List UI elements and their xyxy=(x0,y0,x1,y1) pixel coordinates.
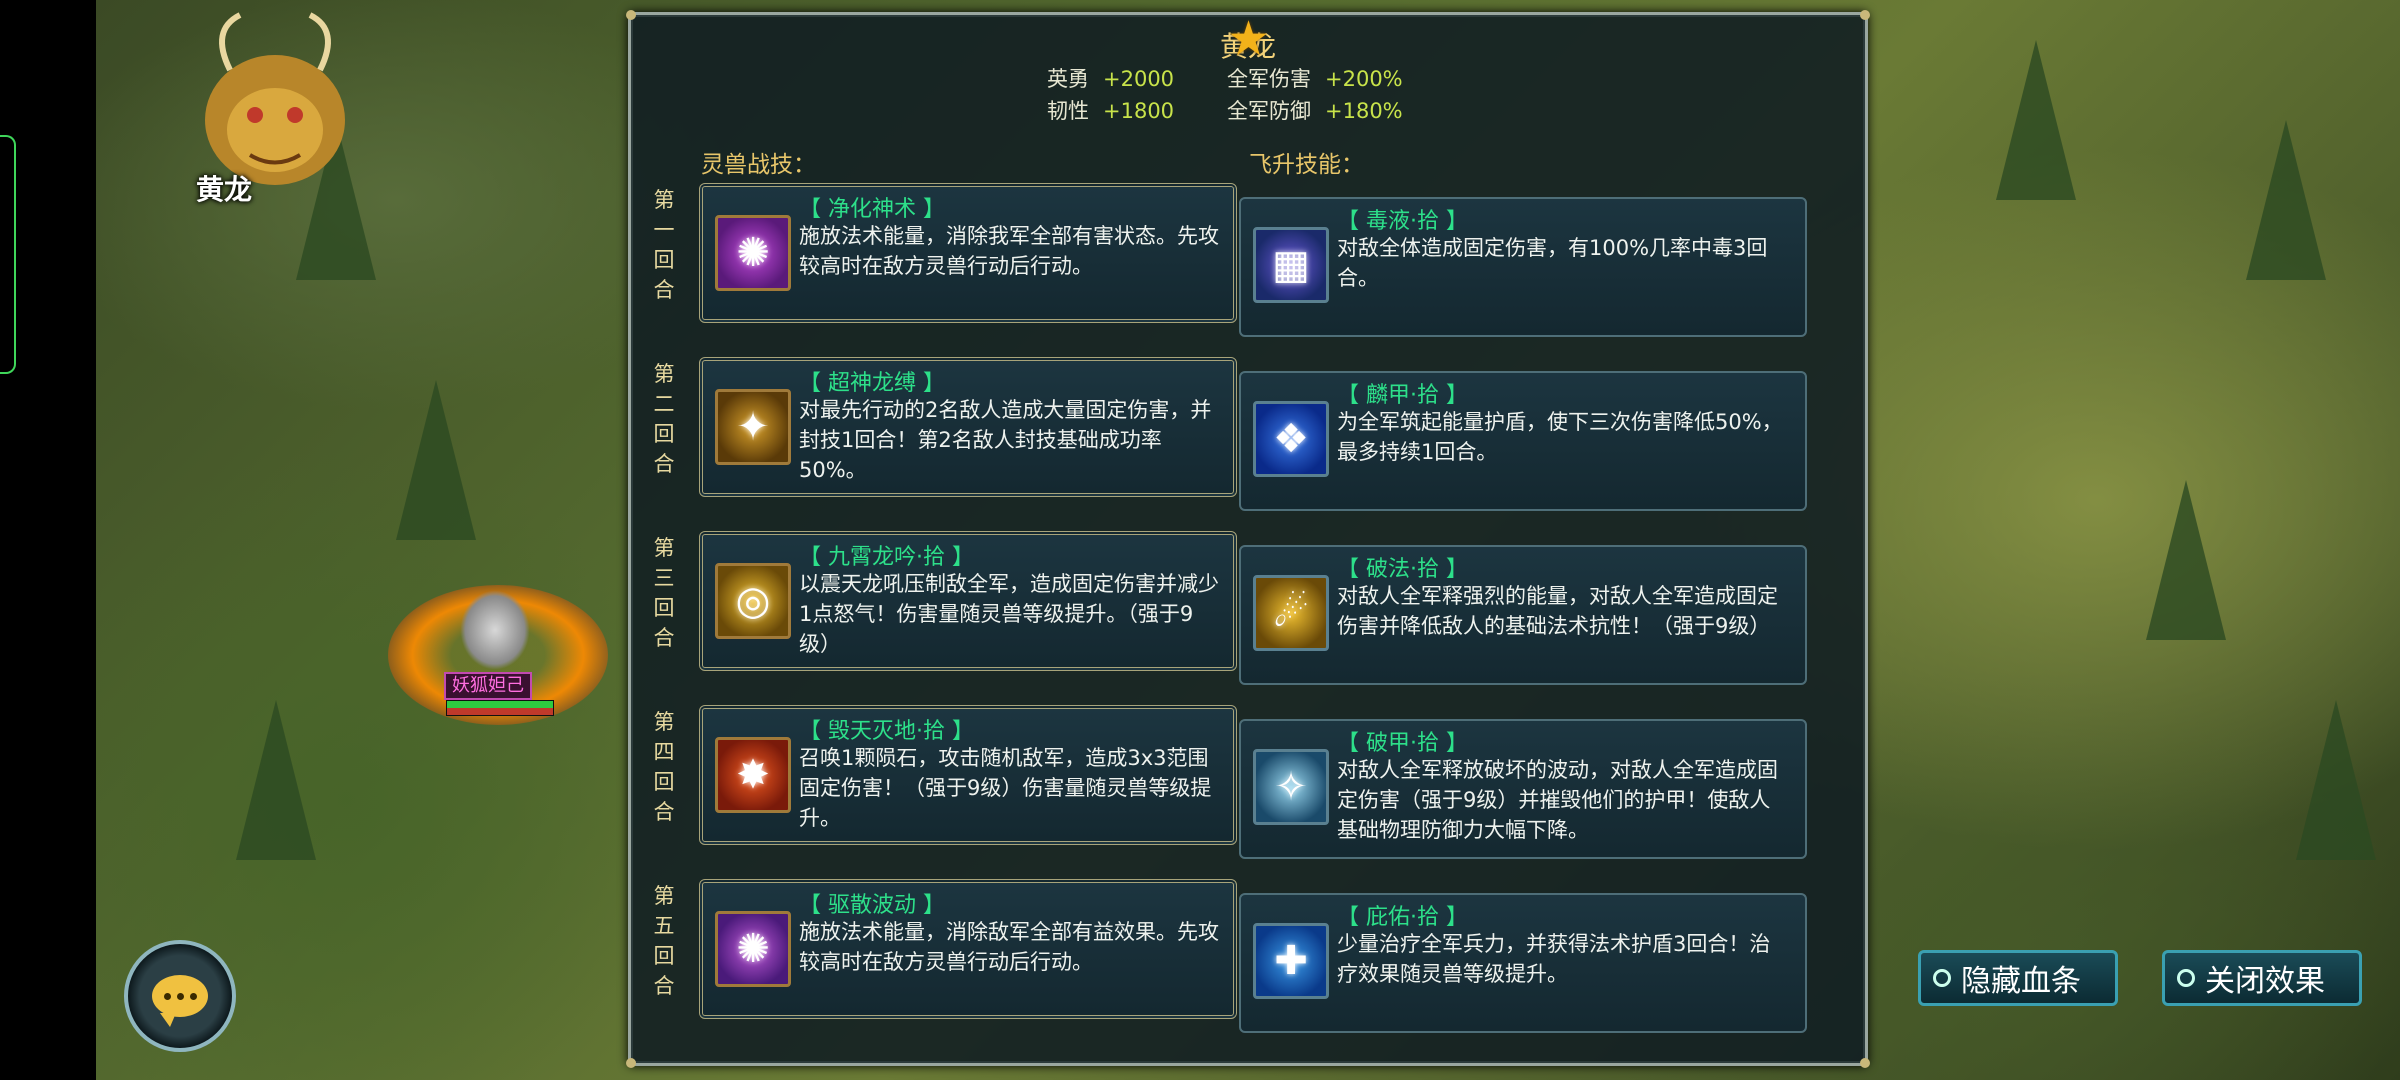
round-label: 第二回合 xyxy=(651,359,677,479)
stat-value: +200% xyxy=(1325,67,1403,91)
round-char: 回 xyxy=(653,944,675,968)
skill-description: 施放法术能量，消除敌军全部有益效果。先攻较高时在敌方灵兽行动后行动。 xyxy=(799,920,1219,974)
round-char: 第 xyxy=(653,710,675,734)
round-label: 第一回合 xyxy=(651,185,677,305)
hide-hp-bar-label: 隐藏血条 xyxy=(1961,964,2081,999)
round-char: 三 xyxy=(653,566,675,590)
round-char: 第 xyxy=(653,362,675,386)
round-char: 第 xyxy=(653,536,675,560)
corner-ornament xyxy=(1860,10,1870,20)
stat-toughness: 韧性 +1800 xyxy=(1047,95,1174,125)
round-char: 合 xyxy=(653,800,675,824)
skill-name: 【 破法·拾 】 xyxy=(1337,557,1468,582)
spirit-beast-skill-panel: 黄龙 ★ 英勇 +2000 全军伤害 +200% 韧性 +1800 全军防御 +180%… xyxy=(626,10,1870,1068)
battle-skills-label: 灵兽战技： xyxy=(701,152,816,178)
radio-dot-icon xyxy=(2177,969,2195,987)
stat-army-defense: 全军防御 +180% xyxy=(1227,95,1403,125)
skill-description: 召唤1颗陨石，攻击随机敌军，造成3x3范围固定伤害！（强于9级）伤害量随灵兽等级… xyxy=(799,746,1212,830)
corner-ornament xyxy=(626,10,636,20)
skill-icon: ✺ xyxy=(715,215,791,291)
edge-handle[interactable] xyxy=(0,135,16,374)
unit-sprite[interactable] xyxy=(460,590,530,670)
unit-hp-bar xyxy=(446,700,554,716)
skill-name: 【 毒液·拾 】 xyxy=(1337,209,1468,234)
skill-icon: ◎ xyxy=(715,563,791,639)
stat-label: 英勇 xyxy=(1047,67,1089,91)
chat-bubble-icon xyxy=(152,975,208,1027)
skill-icon: ✸ xyxy=(715,737,791,813)
stat-army-damage: 全军伤害 +200% xyxy=(1227,63,1403,93)
round-char: 合 xyxy=(653,974,675,998)
skill-name: 【 超神龙缚 】 xyxy=(799,371,945,396)
skill-description: 对敌人全军释放破坏的波动，对敌人全军造成固定伤害（强于9级）并摧毁他们的护甲！使… xyxy=(1337,758,1778,842)
stat-label: 韧性 xyxy=(1047,99,1089,123)
stat-value: +180% xyxy=(1325,99,1403,123)
round-char: 合 xyxy=(653,626,675,650)
skill-description: 对最先行动的2名敌人造成大量固定伤害，并封技1回合！第2名敌人封技基础成功率50… xyxy=(799,398,1212,482)
corner-ornament xyxy=(626,1058,636,1068)
skill-name: 【 破甲·拾 】 xyxy=(1337,731,1468,756)
stat-value: +1800 xyxy=(1103,99,1175,123)
round-char: 二 xyxy=(653,392,675,416)
stat-bravery: 英勇 +2000 xyxy=(1047,63,1174,93)
round-char: 合 xyxy=(653,452,675,476)
ascend-skill-card[interactable]: ✧ 【 破甲·拾 】对敌人全军释放破坏的波动，对敌人全军造成固定伤害（强于9级）并… xyxy=(1239,719,1807,859)
round-char: 四 xyxy=(653,740,675,764)
ascend-skill-card[interactable]: ❖ 【 麟甲·拾 】为全军筑起能量护盾，使下三次伤害降低50%，最多持续1回合。 xyxy=(1239,371,1807,511)
skill-name: 【 驱散波动 】 xyxy=(799,893,945,918)
stat-label: 全军防御 xyxy=(1227,99,1311,123)
star-icon: ★ xyxy=(1227,11,1271,67)
chat-button[interactable] xyxy=(124,940,236,1052)
skill-description: 对敌人全军释强烈的能量，对敌人全军造成固定伤害并降低敌人的基础法术抗性！（强于9… xyxy=(1337,584,1778,638)
round-label: 第五回合 xyxy=(651,881,677,1001)
round-char: 回 xyxy=(653,770,675,794)
skill-icon: ❖ xyxy=(1253,401,1329,477)
skill-name: 【 毁天灭地·拾 】 xyxy=(799,719,974,744)
round-label: 第四回合 xyxy=(651,707,677,827)
skill-name: 【 九霄龙吟·拾 】 xyxy=(799,545,974,570)
skill-icon: ✚ xyxy=(1253,923,1329,999)
stat-label: 全军伤害 xyxy=(1227,67,1311,91)
left-edge-bar xyxy=(0,0,96,1080)
battle-skill-card[interactable]: ✺ 【 驱散波动 】施放法术能量，消除敌军全部有益效果。先攻较高时在敌方灵兽行动后… xyxy=(699,879,1237,1019)
corner-ornament xyxy=(1860,1058,1870,1068)
skill-description: 少量治疗全军兵力，并获得法术护盾3回合！治疗效果随灵兽等级提升。 xyxy=(1337,932,1771,986)
round-char: 第 xyxy=(653,188,675,212)
skill-icon: ☄ xyxy=(1253,575,1329,651)
skill-description: 施放法术能量，消除我军全部有害状态。先攻较高时在敌方灵兽行动后行动。 xyxy=(799,224,1219,278)
skill-description: 对敌全体造成固定伤害，有100%几率中毒3回合。 xyxy=(1337,236,1768,290)
round-char: 回 xyxy=(653,248,675,272)
ascend-skill-card[interactable]: ☄ 【 破法·拾 】对敌人全军释强烈的能量，对敌人全军造成固定伤害并降低敌人的基础… xyxy=(1239,545,1807,685)
round-label: 第三回合 xyxy=(651,533,677,653)
portrait-name: 黄龙 xyxy=(196,173,253,206)
radio-dot-icon xyxy=(1933,969,1951,987)
skill-name: 【 庇佑·拾 】 xyxy=(1337,905,1468,930)
battle-skill-card[interactable]: ✸ 【 毁天灭地·拾 】召唤1颗陨石，攻击随机敌军，造成3x3范围固定伤害！（强于… xyxy=(699,705,1237,845)
skill-icon: ✦ xyxy=(715,389,791,465)
close-effects-button[interactable]: 关闭效果 xyxy=(2162,950,2362,1006)
close-effects-label: 关闭效果 xyxy=(2205,964,2325,999)
skill-description: 为全军筑起能量护盾，使下三次伤害降低50%，最多持续1回合。 xyxy=(1337,410,1783,464)
unit-name-label: 妖狐妲己 xyxy=(444,672,532,700)
round-char: 一 xyxy=(653,218,675,242)
ascend-skills-label: 飞升技能： xyxy=(1249,152,1364,178)
round-char: 回 xyxy=(653,596,675,620)
battle-skill-card[interactable]: ✺ 【 净化神术 】施放法术能量，消除我军全部有害状态。先攻较高时在敌方灵兽行动后… xyxy=(699,183,1237,323)
skill-description: 以震天龙吼压制敌全军，造成固定伤害并减少1点怒气！伤害量随灵兽等级提升。（强于9… xyxy=(799,572,1219,656)
round-char: 合 xyxy=(653,278,675,302)
battle-skill-card[interactable]: ✦ 【 超神龙缚 】对最先行动的2名敌人造成大量固定伤害，并封技1回合！第2名敌人… xyxy=(699,357,1237,497)
round-char: 五 xyxy=(653,914,675,938)
stat-value: +2000 xyxy=(1103,67,1175,91)
ascend-skill-card[interactable]: ✚ 【 庇佑·拾 】少量治疗全军兵力，并获得法术护盾3回合！治疗效果随灵兽等级提升… xyxy=(1239,893,1807,1033)
skill-name: 【 麟甲·拾 】 xyxy=(1337,383,1468,408)
round-char: 第 xyxy=(653,884,675,908)
skill-icon: ▦ xyxy=(1253,227,1329,303)
round-char: 回 xyxy=(653,422,675,446)
hide-hp-bar-button[interactable]: 隐藏血条 xyxy=(1918,950,2118,1006)
ascend-skill-card[interactable]: ▦ 【 毒液·拾 】对敌全体造成固定伤害，有100%几率中毒3回合。 xyxy=(1239,197,1807,337)
skill-icon: ✧ xyxy=(1253,749,1329,825)
battle-skill-card[interactable]: ◎ 【 九霄龙吟·拾 】以震天龙吼压制敌全军，造成固定伤害并减少1点怒气！伤害量随… xyxy=(699,531,1237,671)
skill-name: 【 净化神术 】 xyxy=(799,197,945,222)
skill-icon: ✺ xyxy=(715,911,791,987)
